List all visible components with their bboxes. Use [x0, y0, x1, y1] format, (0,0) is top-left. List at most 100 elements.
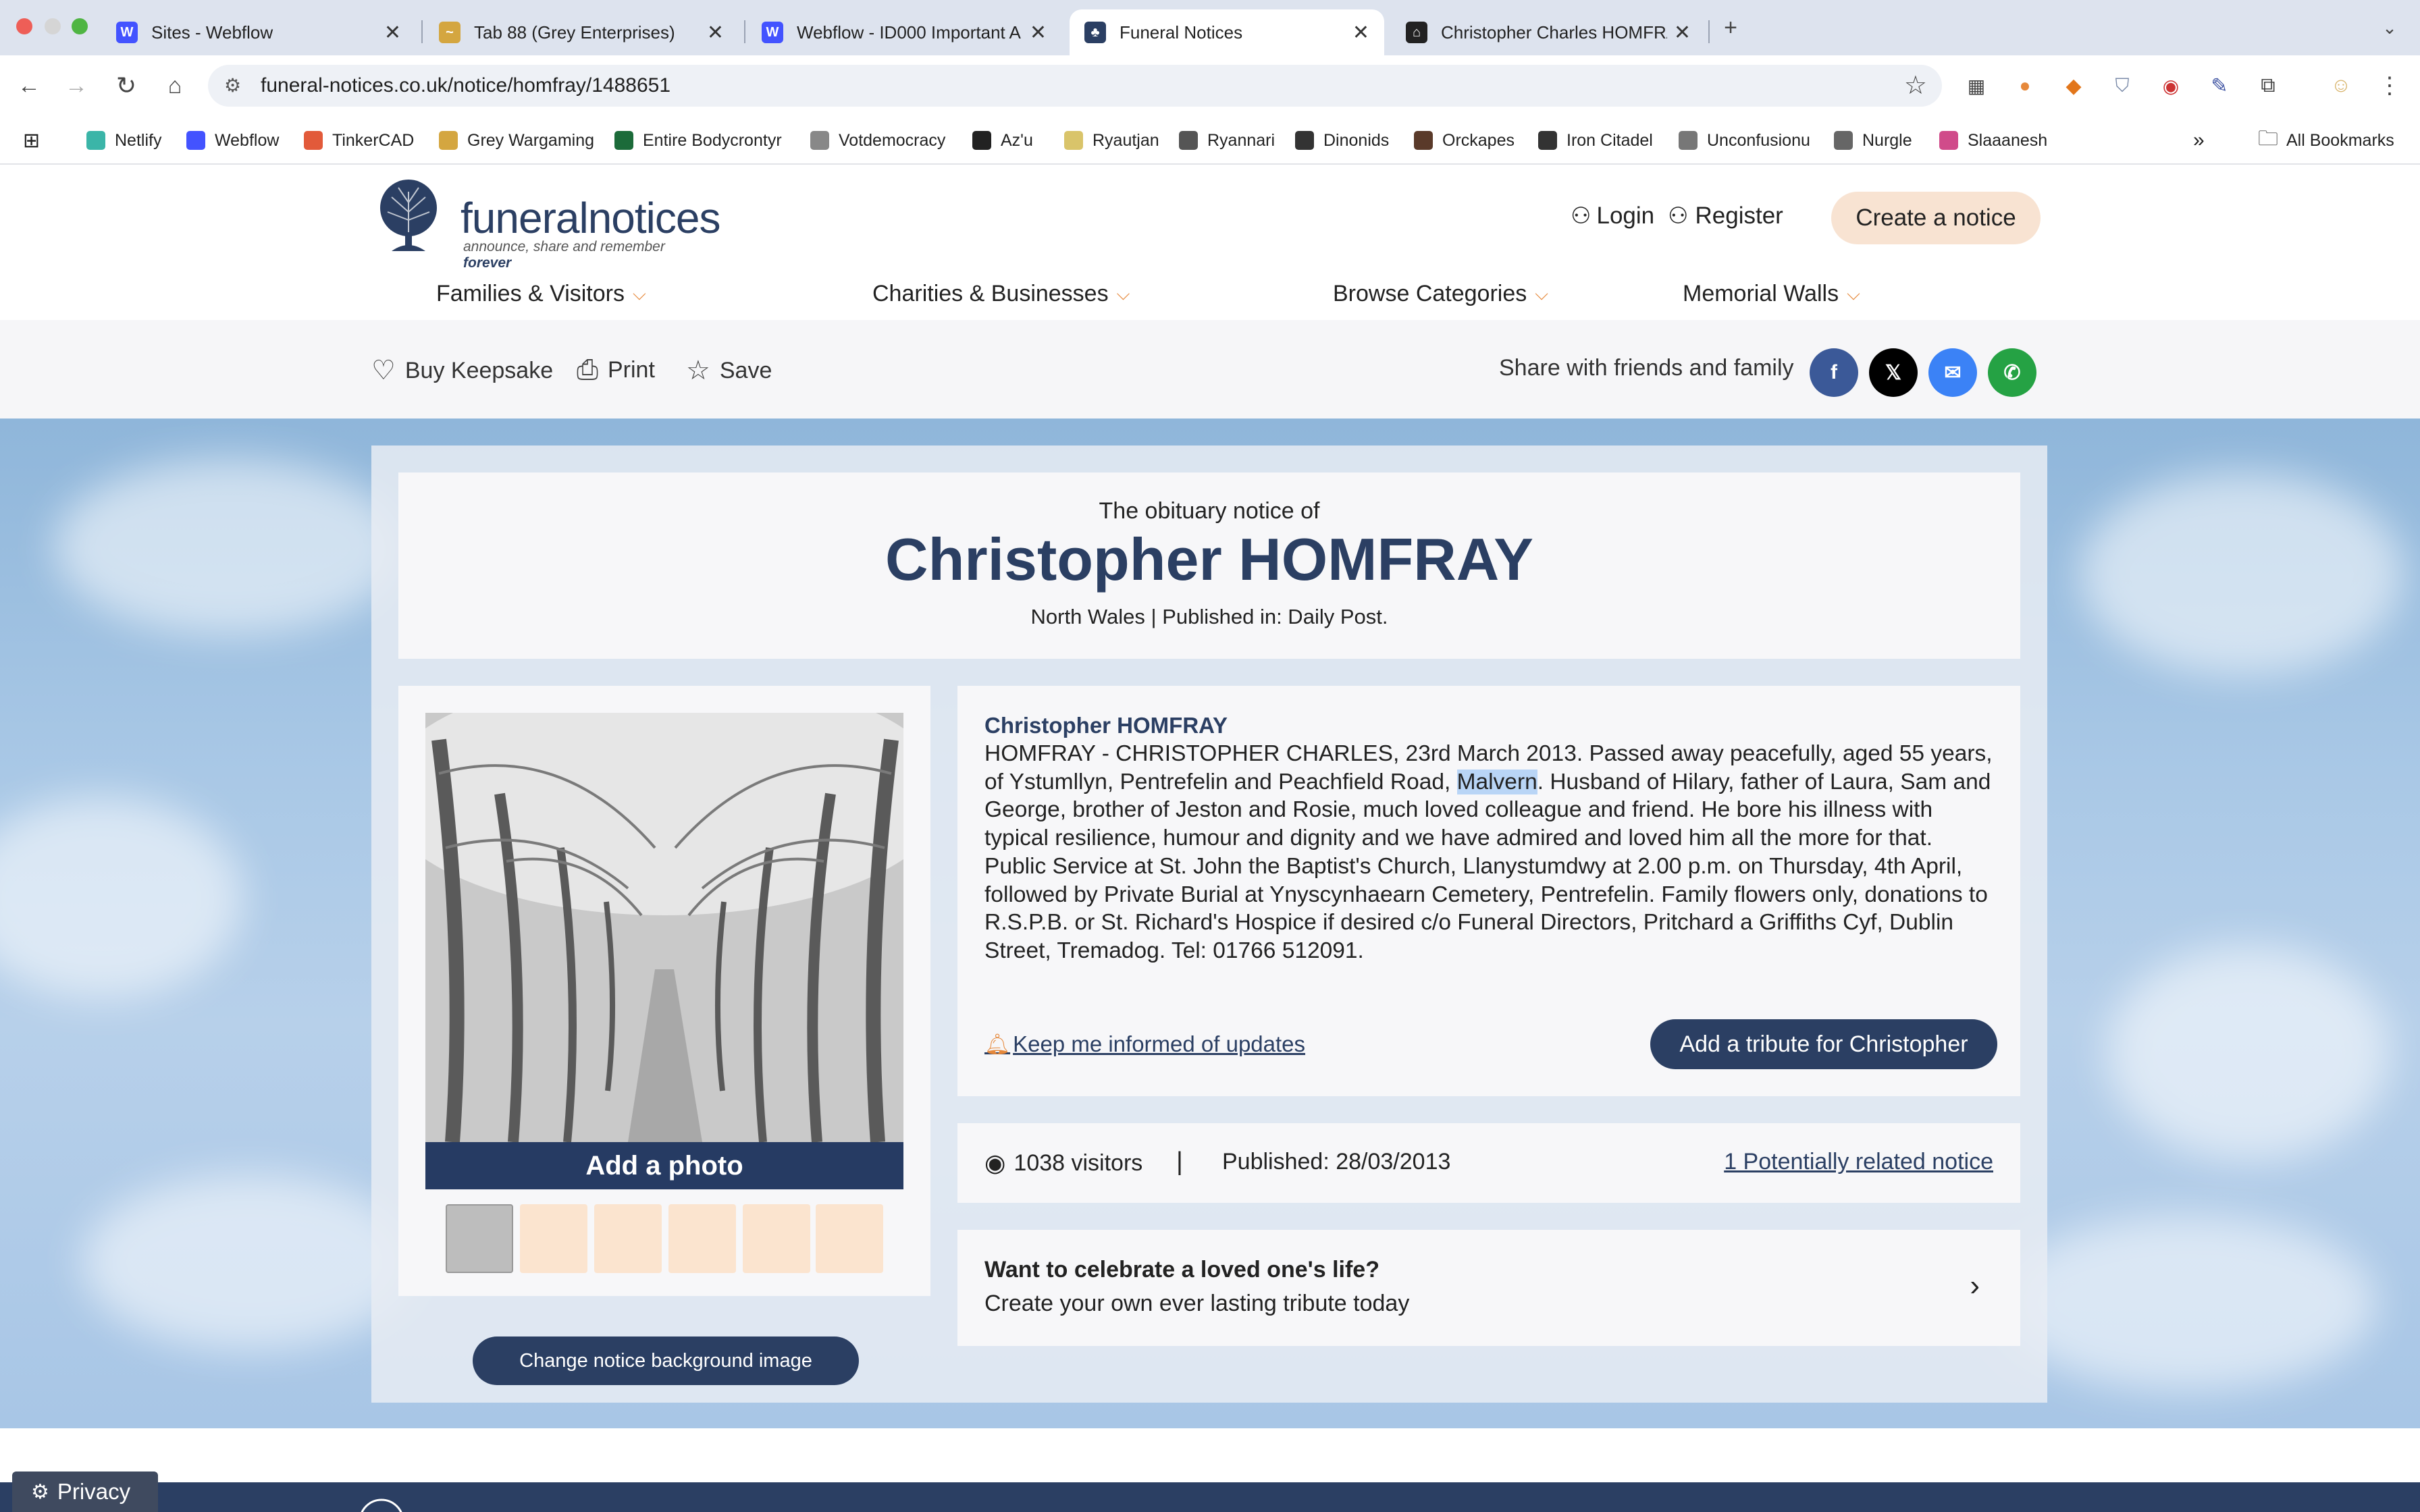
folder-icon: 🗀 [2258, 127, 2278, 150]
bird-icon: ~ [439, 22, 461, 43]
photo-slot[interactable] [594, 1204, 662, 1273]
nav-memorial-walls[interactable]: Memorial Walls ⌵ [1683, 281, 1860, 307]
browser-tab[interactable]: W Webflow - ID000 Important A ✕ [747, 9, 1061, 55]
site-logo[interactable]: funeralnotices announce, share and remem… [371, 178, 720, 271]
logo-text: funeralnotices [461, 194, 720, 242]
bookmark-item[interactable]: Netlify [86, 127, 161, 154]
celebrate-banner[interactable]: Want to celebrate a loved one's life? Cr… [957, 1230, 2020, 1346]
site-info-icon[interactable]: ⚙ [224, 74, 241, 97]
more-bookmarks-icon[interactable]: » [2193, 127, 2205, 154]
webflow-icon: W [762, 22, 783, 43]
address-bar[interactable]: ⚙ funeral-notices.co.uk/notice/homfray/1… [208, 65, 1942, 107]
change-background-button[interactable]: Change notice background image [473, 1336, 859, 1385]
bookmark-favicon-icon [1064, 131, 1083, 150]
bookmark-item[interactable]: Entire Bodycrontyr [614, 127, 782, 154]
photo-slot[interactable] [520, 1204, 587, 1273]
shield-icon[interactable]: ⛉ [2107, 70, 2138, 101]
home-icon[interactable]: ⌂ [159, 70, 190, 101]
bookmark-item[interactable]: Ryannari [1179, 127, 1275, 154]
close-tab-icon[interactable]: ✕ [384, 21, 401, 45]
keep-informed-link[interactable]: 🔔︎ Keep me informed of updates [984, 1031, 1305, 1057]
browser-tab[interactable]: ⌂ Christopher Charles HOMFRA ✕ [1391, 9, 1706, 55]
print-button[interactable]: ⎙ Print [577, 355, 655, 385]
apps-grid-icon[interactable]: ⊞ [23, 127, 40, 154]
all-bookmarks-button[interactable]: 🗀 All Bookmarks [2258, 127, 2394, 154]
avatar[interactable]: ☺ [2325, 70, 2357, 101]
maximize-window-icon[interactable] [72, 18, 88, 34]
save-button[interactable]: ☆ Save [686, 355, 772, 386]
tab-title: Funeral Notices [1120, 22, 1243, 43]
bookmark-item[interactable]: Dinonids [1295, 127, 1389, 154]
whatsapp-share-icon[interactable]: ✆ [1988, 348, 2036, 397]
close-tab-icon[interactable]: ✕ [1352, 21, 1369, 45]
close-tab-icon[interactable]: ✕ [707, 21, 724, 45]
back-icon[interactable]: ← [14, 70, 45, 101]
tab-search-icon[interactable]: ⌄ [2374, 12, 2405, 43]
extension-icon[interactable]: ◉ [2155, 70, 2186, 101]
browser-tab[interactable]: ~ Tab 88 (Grey Enterprises) ✕ [424, 9, 739, 55]
bookmark-item[interactable]: TinkerCAD [304, 127, 414, 154]
messenger-share-icon[interactable]: ✉ [1928, 348, 1977, 397]
bookmark-item[interactable]: Az'u [972, 127, 1033, 154]
pen-icon[interactable]: ✎ [2204, 70, 2235, 101]
create-notice-button[interactable]: Create a notice [1831, 192, 2041, 244]
related-notice-link[interactable]: 1 Potentially related notice [1724, 1149, 1993, 1175]
photo-slot[interactable] [743, 1204, 810, 1273]
register-link[interactable]: ⚇ Register [1668, 202, 1783, 230]
bookmark-star-icon[interactable]: ☆ [1904, 70, 1927, 101]
privacy-button[interactable]: ⚙ Privacy [12, 1472, 158, 1512]
browser-tab[interactable]: W Sites - Webflow ✕ [101, 9, 416, 55]
login-link[interactable]: ⚇ Login [1571, 202, 1654, 230]
close-tab-icon[interactable]: ✕ [1030, 21, 1047, 45]
bookmark-item[interactable]: Orckapes [1414, 127, 1515, 154]
new-tab-icon[interactable]: + [1715, 12, 1746, 43]
bookmark-item[interactable]: Nurgle [1834, 127, 1912, 154]
nav-browse-categories[interactable]: Browse Categories ⌵ [1333, 281, 1548, 307]
heart-icon: ♡ [371, 356, 396, 385]
chevron-right-icon[interactable]: › [1970, 1269, 1980, 1303]
nav-label: Charities & Businesses [872, 281, 1109, 306]
bookmark-favicon-icon [186, 131, 205, 150]
extension-icon[interactable]: ● [2009, 70, 2041, 101]
close-tab-icon[interactable]: ✕ [1674, 21, 1691, 45]
bookmark-item[interactable]: Iron Citadel [1538, 127, 1653, 154]
tree-icon: ♣ [1084, 22, 1106, 43]
metamask-icon[interactable]: ◆ [2058, 70, 2089, 101]
bookmark-favicon-icon [810, 131, 829, 150]
bookmark-favicon-icon [614, 131, 633, 150]
add-photo-button[interactable]: Add a photo [425, 1142, 903, 1189]
keep-informed-label: Keep me informed of updates [1013, 1031, 1306, 1056]
bookmark-item[interactable]: Ryautjan [1064, 127, 1159, 154]
tab-title: Sites - Webflow [151, 22, 273, 43]
notice-photo[interactable] [425, 713, 903, 1142]
browser-tab-active[interactable]: ♣ Funeral Notices ✕ [1070, 9, 1384, 55]
buy-keepsake-button[interactable]: ♡ Buy Keepsake [371, 355, 553, 386]
photo-slot[interactable] [816, 1204, 883, 1273]
nav-charities-businesses[interactable]: Charities & Businesses ⌵ [872, 281, 1130, 307]
menu-icon[interactable]: ⋮ [2374, 70, 2405, 101]
facebook-share-icon[interactable]: f [1810, 348, 1858, 397]
bookmark-label: Entire Bodycrontyr [643, 130, 782, 150]
browser-toolbar: ← → ↻ ⌂ ⚙ funeral-notices.co.uk/notice/h… [0, 55, 2420, 116]
qr-code-icon[interactable]: ▦ [1961, 70, 1992, 101]
notice-subtitle: The obituary notice of [1099, 498, 1320, 524]
tab-title: Tab 88 (Grey Enterprises) [474, 22, 675, 43]
photo-thumbnail[interactable] [446, 1204, 513, 1273]
add-tribute-button[interactable]: Add a tribute for Christopher [1650, 1019, 1997, 1069]
bookmark-item[interactable]: Votdemocracy [810, 127, 945, 154]
bookmark-item[interactable]: Slaaanesh [1939, 127, 2047, 154]
bookmark-item[interactable]: Grey Wargaming [439, 127, 594, 154]
photo-slot[interactable] [668, 1204, 736, 1273]
bookmark-label: Iron Citadel [1567, 130, 1653, 150]
extensions-puzzle-icon[interactable]: ⧉ [2253, 70, 2284, 101]
notice-stats-card: ◉ 1038 visitors | Published: 28/03/2013 1… [957, 1123, 2020, 1203]
nav-families-visitors[interactable]: Families & Visitors ⌵ [436, 281, 646, 307]
reload-icon[interactable]: ↻ [111, 70, 142, 101]
minimize-window-icon[interactable] [45, 18, 61, 34]
x-share-icon[interactable]: 𝕏 [1869, 348, 1918, 397]
close-window-icon[interactable] [16, 18, 32, 34]
forward-icon[interactable]: → [61, 70, 92, 101]
bookmark-item[interactable]: Unconfusionu [1679, 127, 1810, 154]
bookmark-item[interactable]: Webflow [186, 127, 279, 154]
notice-frame: The obituary notice of Christopher HOMFR… [371, 446, 2047, 1403]
